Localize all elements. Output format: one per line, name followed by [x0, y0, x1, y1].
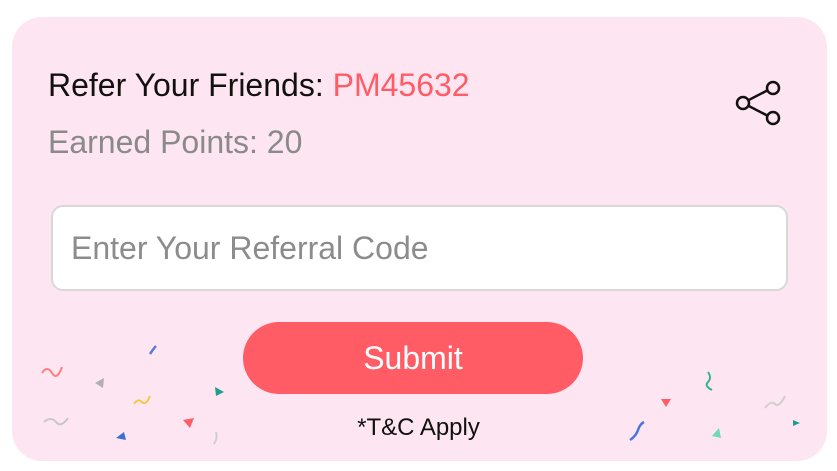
share-button[interactable] — [730, 78, 786, 128]
refer-friends-line: Refer Your Friends: PM45632 — [48, 67, 470, 104]
points-label: Earned Points: — [48, 124, 267, 160]
refer-label: Refer Your Friends: — [48, 67, 333, 103]
earned-points-line: Earned Points: 20 — [48, 124, 302, 161]
submit-button[interactable]: Submit — [243, 322, 583, 394]
referral-code: PM45632 — [332, 67, 470, 103]
referral-code-input[interactable] — [51, 205, 788, 291]
share-icon — [735, 80, 781, 126]
terms-note: *T&C Apply — [357, 414, 480, 441]
points-value: 20 — [266, 124, 303, 160]
